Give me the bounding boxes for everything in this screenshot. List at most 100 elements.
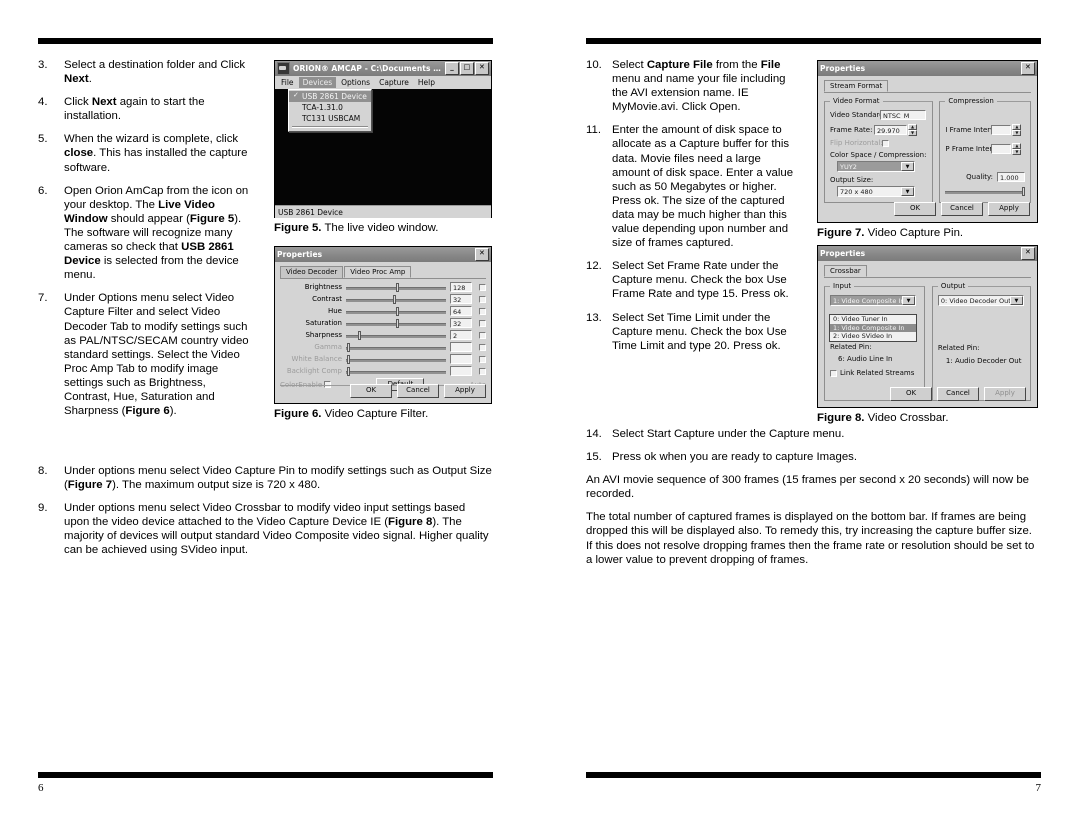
menu-capture[interactable]: Capture <box>375 77 413 88</box>
crossbar-titlebar[interactable]: Properties ✕ <box>818 246 1037 261</box>
link-related-streams-checkbox[interactable] <box>830 369 837 377</box>
chevron-down-icon[interactable]: ▼ <box>902 296 915 305</box>
cancel-button[interactable]: Cancel <box>397 384 439 398</box>
color-space-combo[interactable]: YUY2 ▼ <box>837 161 915 172</box>
auto-checkbox[interactable] <box>479 295 486 303</box>
slider-thumb[interactable] <box>396 306 399 316</box>
pin-tabs[interactable]: Stream Format <box>824 80 1031 93</box>
crossbar-buttons[interactable]: OK Cancel Apply <box>885 384 1031 405</box>
pin-window-controls[interactable]: ✕ <box>1021 62 1035 75</box>
p-frame-spinner[interactable]: ▲ ▼ <box>1012 143 1022 155</box>
slider-value-input[interactable]: 32 <box>450 318 472 328</box>
slider-thumb[interactable] <box>347 342 350 352</box>
menu-file[interactable]: File <box>277 77 298 88</box>
apply-button[interactable]: Apply <box>444 384 486 398</box>
frame-rate-input[interactable]: 29.970 <box>874 124 907 135</box>
auto-checkbox[interactable] <box>479 307 486 315</box>
input-option-tuner[interactable]: 0: Video Tuner In <box>830 315 916 324</box>
pin-buttons[interactable]: OK Cancel Apply <box>889 199 1035 220</box>
amcap-menubar[interactable]: File Devices Options Capture Help <box>275 76 491 89</box>
input-option-composite[interactable]: 1: Video Composite In <box>830 323 916 332</box>
slider-control[interactable] <box>346 318 446 328</box>
slider-value-input[interactable] <box>450 354 472 364</box>
menu-options[interactable]: Options <box>337 77 374 88</box>
crossbar-window-controls[interactable]: ✕ <box>1021 247 1035 260</box>
slider-control[interactable] <box>346 330 446 340</box>
ok-button[interactable]: OK <box>890 387 932 401</box>
filter-window-controls[interactable]: ✕ <box>475 248 489 261</box>
close-icon[interactable]: ✕ <box>475 248 489 261</box>
p-frame-input[interactable] <box>991 143 1012 154</box>
slider-thumb[interactable] <box>393 294 396 304</box>
slider-value-input[interactable]: 128 <box>450 282 472 292</box>
filter-tabs[interactable]: Video Decoder Video Proc Amp <box>280 266 486 279</box>
close-icon[interactable]: ✕ <box>1021 247 1035 260</box>
capture-filter-dialog[interactable]: Properties ✕ Video Decoder Video Proc Am… <box>274 246 492 404</box>
menu-help[interactable]: Help <box>414 77 439 88</box>
device-item-usb2861[interactable]: ✓ USB 2861 Device <box>289 91 371 102</box>
spin-down-icon[interactable]: ▼ <box>1012 149 1022 155</box>
input-dropdown-list[interactable]: 0: Video Tuner In 1: Video Composite In … <box>829 314 917 342</box>
crossbar-tabs[interactable]: Crossbar <box>824 265 1031 278</box>
auto-checkbox[interactable] <box>479 367 486 375</box>
slider-control[interactable] <box>346 366 446 376</box>
ok-button[interactable]: OK <box>894 202 936 216</box>
quality-input[interactable]: 1.000 <box>997 172 1025 182</box>
slider-control[interactable] <box>346 294 446 304</box>
output-size-combo[interactable]: 720 x 480 ▼ <box>837 186 915 197</box>
input-combo[interactable]: 1: Video Composite In ▼ <box>830 295 916 306</box>
link-related-streams-row[interactable]: Link Related Streams <box>830 369 919 377</box>
i-frame-input[interactable] <box>991 124 1012 135</box>
apply-button[interactable]: Apply <box>988 202 1030 216</box>
device-item-tc131[interactable]: TC131 USBCAM <box>289 113 371 124</box>
slider-thumb[interactable] <box>358 330 361 340</box>
slider-thumb[interactable] <box>347 354 350 364</box>
amcap-window[interactable]: ORION® AMCAP - C:\Documents and Se... _ … <box>274 60 492 218</box>
spin-down-icon[interactable]: ▼ <box>1012 130 1022 136</box>
cancel-button[interactable]: Cancel <box>941 202 983 216</box>
quality-slider[interactable] <box>945 187 1025 196</box>
auto-checkbox[interactable] <box>479 355 486 363</box>
maximize-icon[interactable]: □ <box>460 62 474 75</box>
auto-checkbox[interactable] <box>479 283 486 291</box>
spin-down-icon[interactable]: ▼ <box>908 130 917 136</box>
frame-rate-spinner[interactable]: ▲ ▼ <box>908 124 917 136</box>
slider-control[interactable] <box>346 306 446 316</box>
tab-crossbar[interactable]: Crossbar <box>824 265 867 277</box>
menu-devices[interactable]: Devices <box>298 77 337 88</box>
flip-horizontal-checkbox[interactable] <box>882 139 889 147</box>
auto-checkbox[interactable] <box>479 319 486 327</box>
slider-value-input[interactable] <box>450 342 472 352</box>
auto-checkbox[interactable] <box>479 343 486 351</box>
apply-button[interactable]: Apply <box>984 387 1026 401</box>
ok-button[interactable]: OK <box>350 384 392 398</box>
chevron-down-icon[interactable]: ▼ <box>1009 296 1023 305</box>
chevron-down-icon[interactable]: ▼ <box>901 162 914 171</box>
cancel-button[interactable]: Cancel <box>937 387 979 401</box>
auto-checkbox[interactable] <box>479 331 486 339</box>
slider-value-input[interactable]: 64 <box>450 306 472 316</box>
filter-titlebar[interactable]: Properties ✕ <box>275 247 491 262</box>
quality-slider-thumb[interactable] <box>1021 187 1025 196</box>
slider-thumb[interactable] <box>396 318 399 328</box>
minimize-icon[interactable]: _ <box>445 62 459 75</box>
pin-titlebar[interactable]: Properties ✕ <box>818 61 1037 76</box>
chevron-down-icon[interactable]: ▼ <box>901 187 914 196</box>
slider-value-input[interactable]: 32 <box>450 294 472 304</box>
i-frame-spinner[interactable]: ▲ ▼ <box>1012 124 1022 136</box>
slider-value-input[interactable] <box>450 366 472 376</box>
amcap-titlebar[interactable]: ORION® AMCAP - C:\Documents and Se... _ … <box>275 61 491 76</box>
slider-control[interactable] <box>346 354 446 364</box>
window-controls[interactable]: _ □ ✕ <box>445 62 489 75</box>
filter-buttons[interactable]: OK Cancel Apply <box>345 381 491 402</box>
slider-control[interactable] <box>346 282 446 292</box>
device-item-tca[interactable]: TCA-1.31.0 <box>289 102 371 113</box>
input-option-svideo[interactable]: 2: Video SVideo In <box>830 332 916 341</box>
slider-control[interactable] <box>346 342 446 352</box>
devices-dropdown-menu[interactable]: ✓ USB 2861 Device TCA-1.31.0 TC131 USBCA… <box>288 89 372 132</box>
close-icon[interactable]: ✕ <box>1021 62 1035 75</box>
tab-stream-format[interactable]: Stream Format <box>824 80 889 92</box>
close-icon[interactable]: ✕ <box>475 62 489 75</box>
slider-value-input[interactable]: 2 <box>450 330 472 340</box>
capture-pin-dialog[interactable]: Properties ✕ Stream Format Video Format … <box>817 60 1038 223</box>
